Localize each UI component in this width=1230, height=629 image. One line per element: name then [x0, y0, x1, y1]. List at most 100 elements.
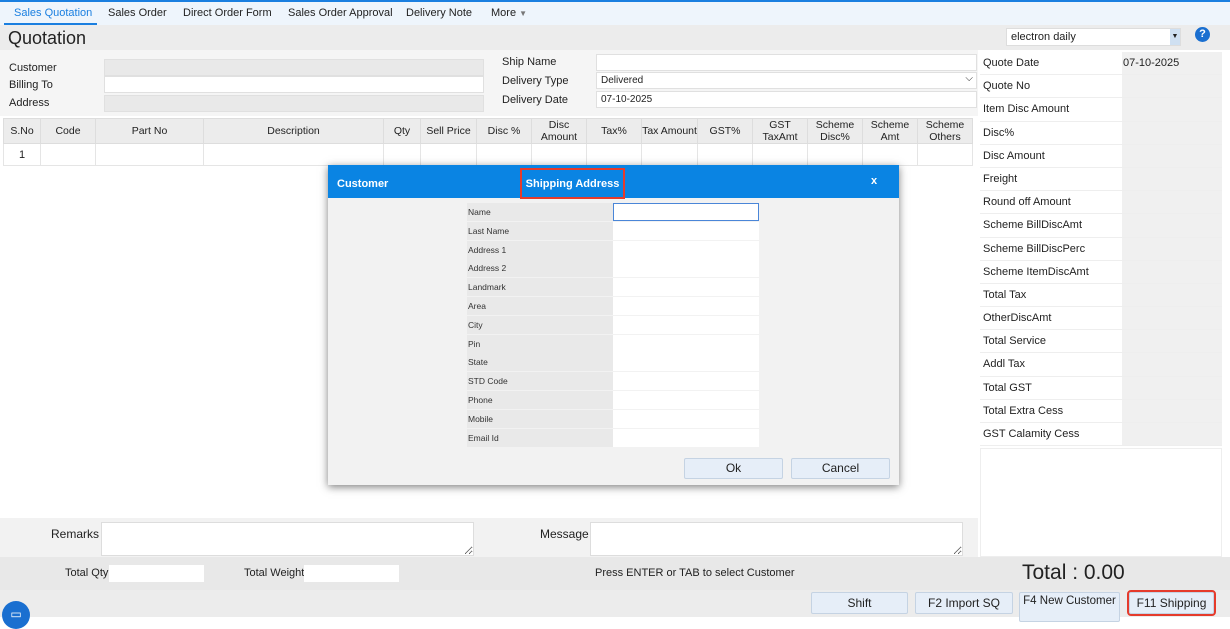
- remarks-input[interactable]: [101, 522, 474, 556]
- summary-value[interactable]: [1122, 214, 1222, 237]
- customer-field[interactable]: [104, 59, 484, 76]
- table-cell[interactable]: [476, 143, 532, 166]
- tab-sales-order[interactable]: Sales Order: [108, 7, 167, 19]
- field-input[interactable]: [613, 353, 759, 372]
- table-cell[interactable]: [807, 143, 863, 166]
- table-cell[interactable]: [40, 143, 96, 166]
- address-field-row: STD Code: [467, 372, 759, 391]
- address-field-row: Address 1: [467, 240, 759, 260]
- summary-label: Total Extra Cess: [983, 404, 1064, 417]
- customer-tab[interactable]: Customer: [337, 178, 388, 190]
- field-label: Address 1: [467, 240, 613, 259]
- field-label: Last Name: [467, 221, 613, 240]
- tab-more-label: More: [491, 7, 517, 19]
- company-select[interactable]: electron daily ▼: [1006, 28, 1181, 46]
- column-header: Part No: [95, 118, 204, 144]
- shipping-button[interactable]: F11 Shipping: [1127, 590, 1216, 616]
- summary-value[interactable]: [1122, 376, 1222, 399]
- field-input[interactable]: [613, 409, 759, 428]
- field-input[interactable]: [613, 428, 759, 447]
- total-qty-field[interactable]: [109, 565, 204, 582]
- table-cell[interactable]: 1: [3, 143, 41, 166]
- summary-row: Round off Amount: [980, 191, 1222, 215]
- shift-button[interactable]: Shift: [811, 592, 908, 614]
- table-cell[interactable]: [752, 143, 808, 166]
- table-cell[interactable]: [420, 143, 477, 166]
- table-cell[interactable]: [917, 143, 973, 166]
- summary-row: Quote No: [980, 75, 1222, 99]
- summary-value[interactable]: [1122, 144, 1222, 167]
- field-input[interactable]: [613, 315, 759, 334]
- tab-delivery-note[interactable]: Delivery Note: [406, 7, 472, 19]
- field-input[interactable]: [613, 334, 759, 353]
- summary-value[interactable]: [1122, 167, 1222, 191]
- tab-sales-order-approval[interactable]: Sales Order Approval: [288, 7, 393, 19]
- table-cell[interactable]: [586, 143, 642, 166]
- delivery-date-field[interactable]: 07-10-2025: [596, 91, 977, 108]
- field-input[interactable]: [613, 278, 759, 297]
- message-input[interactable]: [590, 522, 963, 556]
- tab-bar: Sales Quotation Sales Order Direct Order…: [0, 0, 1230, 25]
- tab-sales-quotation[interactable]: Sales Quotation: [14, 7, 92, 19]
- summary-value[interactable]: [1122, 307, 1222, 330]
- address-field-row: Phone: [467, 391, 759, 410]
- summary-value[interactable]: [1122, 330, 1222, 353]
- page-title: Quotation: [8, 28, 87, 48]
- field-label: Pin: [467, 334, 613, 353]
- summary-value[interactable]: [1122, 260, 1222, 283]
- import-sq-button[interactable]: F2 Import SQ: [915, 592, 1013, 614]
- column-header: S.No: [3, 118, 41, 144]
- shipping-address-tab[interactable]: Shipping Address: [520, 168, 625, 199]
- summary-value[interactable]: [1122, 191, 1222, 214]
- summary-row: Scheme BillDiscAmt: [980, 214, 1222, 238]
- summary-label: Freight: [983, 172, 1018, 185]
- table-cell[interactable]: [697, 143, 753, 166]
- table-cell[interactable]: [862, 143, 918, 166]
- tab-direct-order-form[interactable]: Direct Order Form: [183, 7, 272, 19]
- summary-label: Disc%: [983, 126, 1015, 139]
- table-cell[interactable]: [203, 143, 384, 166]
- summary-value[interactable]: [1122, 283, 1222, 307]
- dropdown-arrow-icon: ▼: [1170, 29, 1180, 45]
- summary-value[interactable]: [1122, 75, 1222, 98]
- ship-name-field[interactable]: [596, 54, 977, 71]
- summary-label: Scheme BillDiscPerc: [983, 242, 1086, 255]
- field-input[interactable]: [613, 372, 759, 391]
- address-field-row: Mobile: [467, 409, 759, 429]
- tab-more[interactable]: More ▼: [491, 7, 527, 19]
- total-weight-field[interactable]: [304, 565, 399, 582]
- summary-value[interactable]: [1122, 423, 1222, 446]
- field-input[interactable]: [613, 391, 759, 409]
- table-cell[interactable]: [531, 143, 587, 166]
- ok-button[interactable]: Ok: [684, 458, 783, 479]
- column-header: GST TaxAmt: [752, 118, 808, 144]
- summary-label: Scheme ItemDiscAmt: [983, 265, 1089, 278]
- summary-value[interactable]: [1122, 121, 1222, 144]
- summary-value[interactable]: [1122, 237, 1222, 260]
- summary-row: Total Tax: [980, 283, 1222, 308]
- address-field[interactable]: [104, 95, 484, 112]
- field-input[interactable]: [613, 240, 759, 259]
- table-cell[interactable]: [383, 143, 421, 166]
- field-input[interactable]: [613, 297, 759, 315]
- field-input[interactable]: [613, 259, 759, 278]
- address-field-row: City: [467, 315, 759, 335]
- field-input[interactable]: [613, 221, 759, 240]
- field-input[interactable]: [613, 203, 759, 221]
- billing-to-field[interactable]: [104, 76, 484, 93]
- close-icon[interactable]: x: [871, 175, 877, 187]
- chat-icon[interactable]: ▭: [2, 601, 30, 629]
- delivery-type-select[interactable]: Delivered ⌵: [596, 72, 977, 89]
- summary-value[interactable]: 07-10-2025: [1122, 52, 1222, 75]
- column-header: Code: [40, 118, 96, 144]
- field-label: Landmark: [467, 278, 613, 297]
- new-customer-button[interactable]: F4 New Customer: [1019, 592, 1120, 622]
- help-icon[interactable]: ?: [1195, 27, 1210, 42]
- table-row[interactable]: 1: [3, 143, 973, 166]
- table-cell[interactable]: [641, 143, 698, 166]
- summary-value[interactable]: [1122, 399, 1222, 422]
- summary-value[interactable]: [1122, 98, 1222, 121]
- cancel-button[interactable]: Cancel: [791, 458, 890, 479]
- table-cell[interactable]: [95, 143, 204, 166]
- summary-value[interactable]: [1122, 353, 1222, 376]
